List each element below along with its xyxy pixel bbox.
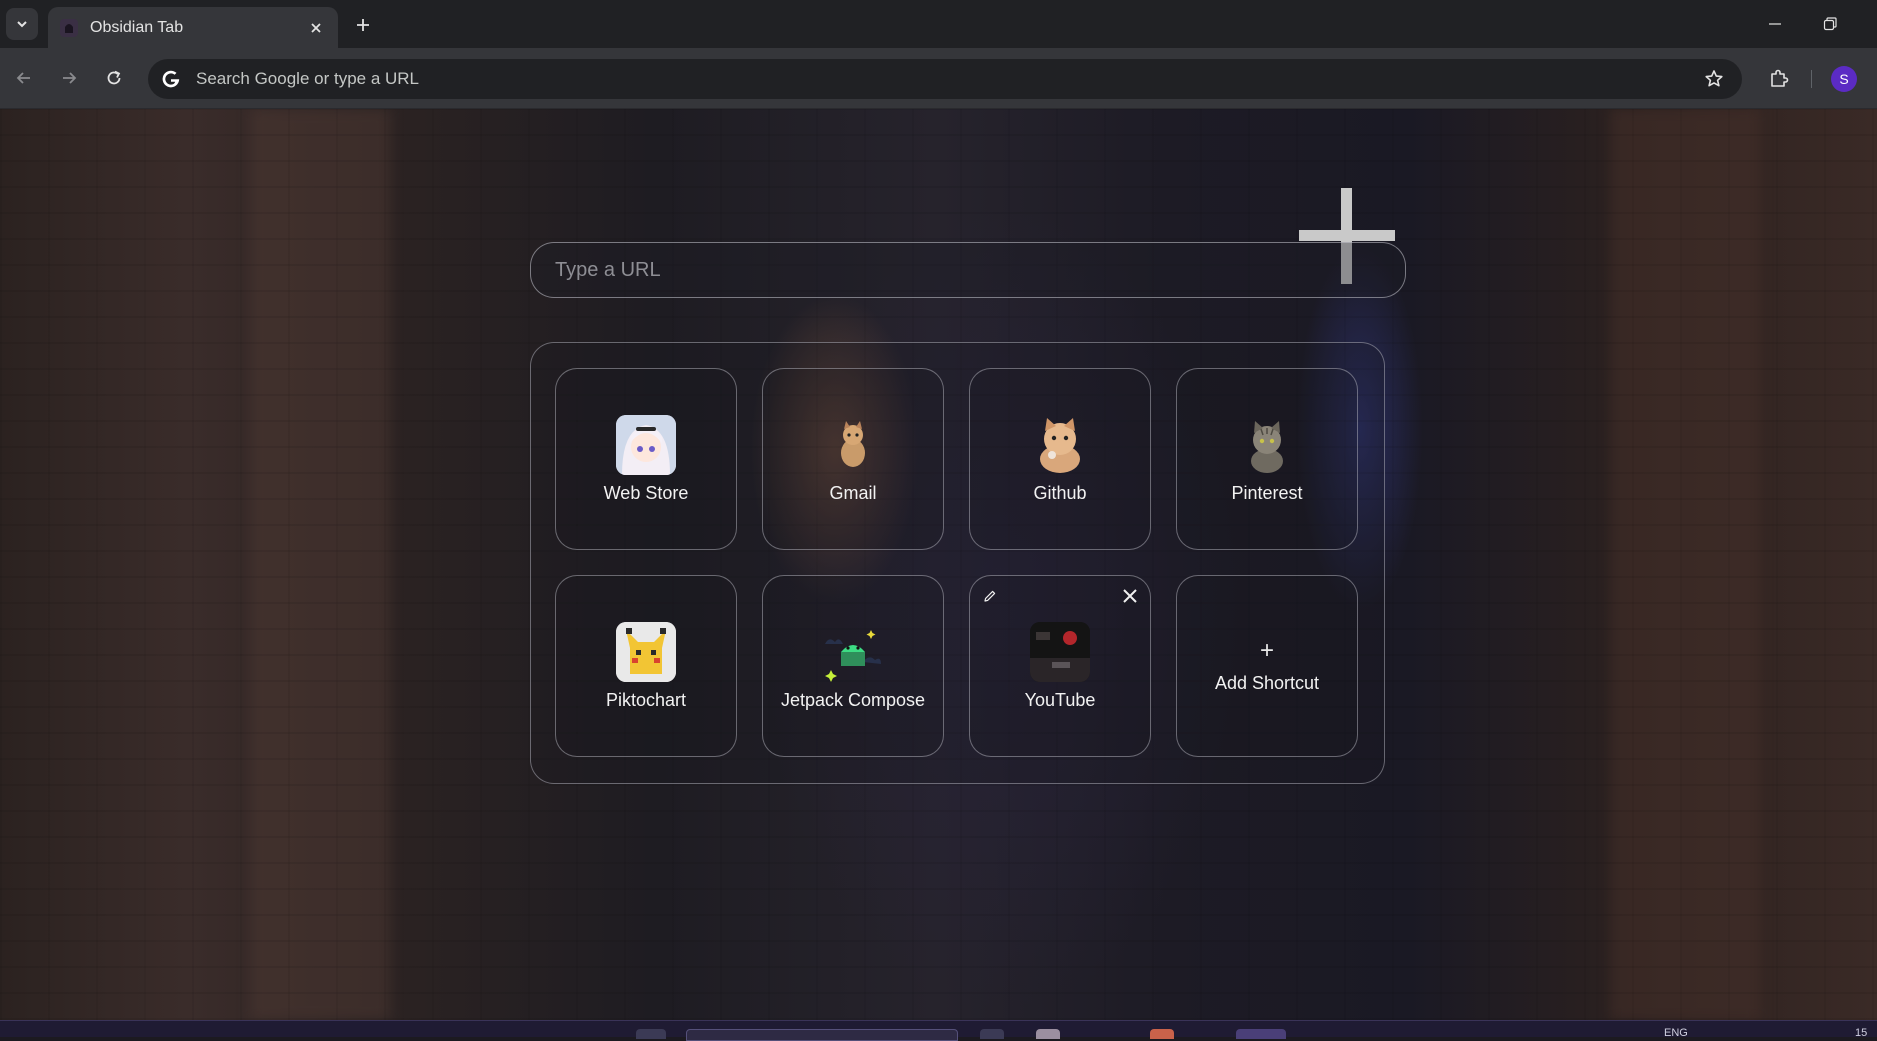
dark-scene-icon bbox=[1030, 621, 1090, 682]
pikachu-icon bbox=[616, 621, 676, 682]
browser-toolbar: Search Google or type a URL S bbox=[0, 48, 1877, 109]
reload-icon[interactable] bbox=[98, 62, 130, 94]
remove-close-icon[interactable] bbox=[1120, 586, 1140, 606]
close-tab-icon[interactable] bbox=[306, 18, 326, 38]
url-input[interactable] bbox=[530, 242, 1406, 298]
shortcut-label: Github bbox=[1033, 482, 1087, 503]
orange-cat-icon bbox=[1030, 415, 1090, 475]
tabby-cat-icon bbox=[1237, 415, 1297, 475]
bookmark-star-icon[interactable] bbox=[1702, 67, 1726, 91]
background-pillar-left bbox=[250, 109, 390, 1020]
taskbar-search-box[interactable] bbox=[686, 1029, 958, 1041]
taskbar-app-icon[interactable] bbox=[980, 1029, 1004, 1039]
tab-strip: Obsidian Tab bbox=[0, 0, 1877, 48]
shortcuts-panel: Web Store Gmail Github Pinterest Piktoch… bbox=[530, 342, 1385, 784]
shortcut-gmail[interactable]: Gmail bbox=[762, 368, 944, 550]
anime-girl-icon bbox=[616, 414, 676, 475]
shortcut-label: Gmail bbox=[829, 482, 877, 503]
forward-arrow-icon[interactable] bbox=[53, 62, 85, 94]
tab-title: Obsidian Tab bbox=[90, 18, 184, 36]
tab-search-button[interactable] bbox=[6, 8, 38, 40]
shortcut-label: Pinterest bbox=[1231, 482, 1303, 503]
restore-icon[interactable] bbox=[1815, 10, 1845, 38]
shortcut-label: Web Store bbox=[603, 482, 689, 503]
background-pillar-right bbox=[1610, 109, 1760, 1020]
shortcut-web-store[interactable]: Web Store bbox=[555, 368, 737, 550]
add-shortcut-button[interactable]: + Add Shortcut bbox=[1176, 575, 1358, 757]
shortcut-label: Piktochart bbox=[605, 689, 687, 710]
new-tab-icon[interactable] bbox=[350, 12, 376, 38]
obsidian-favicon-icon bbox=[60, 18, 78, 37]
toolbar-separator bbox=[1811, 70, 1812, 88]
active-tab[interactable]: Obsidian Tab bbox=[48, 7, 338, 48]
taskbar-clock[interactable]: 15 bbox=[1855, 1027, 1867, 1039]
profile-avatar[interactable]: S bbox=[1831, 66, 1857, 92]
shortcut-youtube[interactable]: YouTube bbox=[969, 575, 1151, 757]
taskbar-language[interactable]: ENG bbox=[1664, 1027, 1688, 1039]
shortcut-jetpack-compose[interactable]: Jetpack Compose bbox=[762, 575, 944, 757]
shortcut-github[interactable]: Github bbox=[969, 368, 1151, 550]
taskbar-app-icon[interactable] bbox=[636, 1029, 666, 1039]
android-sparkles-icon bbox=[823, 622, 883, 682]
plus-icon: + bbox=[1259, 636, 1274, 664]
add-shortcut-label: Add Shortcut bbox=[1214, 672, 1320, 693]
new-tab-page: Web Store Gmail bbox=[0, 109, 1877, 1020]
taskbar-app-icon[interactable] bbox=[1150, 1029, 1174, 1039]
extensions-puzzle-icon[interactable] bbox=[1762, 61, 1796, 95]
omnibox[interactable]: Search Google or type a URL bbox=[148, 59, 1742, 99]
taskbar-app-icon[interactable] bbox=[1036, 1029, 1060, 1039]
edit-pencil-icon[interactable] bbox=[980, 586, 1000, 606]
taskbar: ENG 15 bbox=[0, 1020, 1877, 1041]
taskbar-app-icon[interactable] bbox=[1236, 1029, 1286, 1039]
omnibox-placeholder: Search Google or type a URL bbox=[196, 69, 420, 88]
minimize-icon[interactable] bbox=[1760, 10, 1790, 38]
shortcut-label: Jetpack Compose bbox=[780, 689, 926, 710]
shortcut-label: YouTube bbox=[1024, 689, 1096, 710]
google-g-icon bbox=[160, 68, 182, 90]
back-arrow-icon[interactable] bbox=[8, 62, 40, 94]
chevron-down-icon bbox=[17, 21, 27, 28]
small-cat-icon bbox=[823, 415, 883, 475]
shortcut-piktochart[interactable]: Piktochart bbox=[555, 575, 737, 757]
shortcut-pinterest[interactable]: Pinterest bbox=[1176, 368, 1358, 550]
